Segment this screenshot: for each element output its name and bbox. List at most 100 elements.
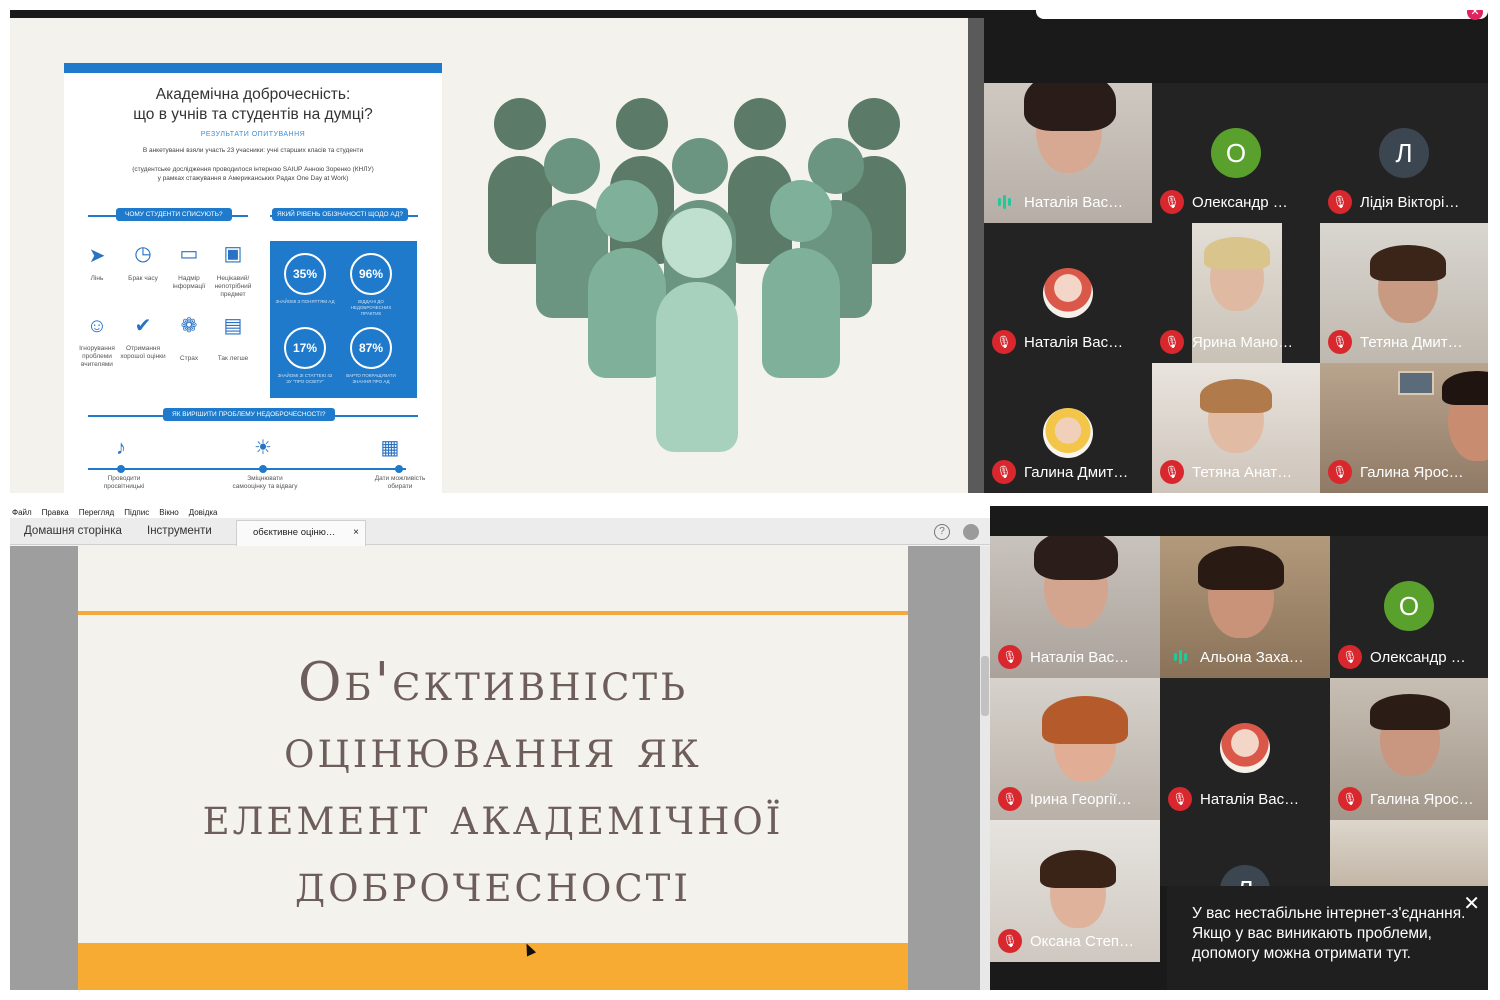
check-icon: ✔ bbox=[134, 315, 152, 337]
participant-tile[interactable]: 🎙 Ірина Георгії… bbox=[990, 678, 1160, 820]
participant-tile[interactable]: 🎙 Галина Ярос… bbox=[1320, 363, 1488, 493]
participant-label: 🎙 Олександр … bbox=[1338, 645, 1466, 669]
close-tab-icon[interactable]: × bbox=[353, 521, 359, 545]
participant-tile[interactable]: О 🎙 Олександр … bbox=[1152, 83, 1320, 223]
participant-hair bbox=[1042, 696, 1128, 744]
participant-name: Наталія Вас… bbox=[1200, 790, 1300, 808]
stat-value: 17% bbox=[284, 327, 326, 369]
stat-text: ВІДДАНІ ДО НЕДОБРОЧЕСНИХ ПРАКТИК bbox=[350, 299, 392, 316]
stats-panel: 35% 96% ЗНАЙОМІ З ПОНЯТТЯМ АД ВІДДАНІ ДО… bbox=[270, 241, 417, 398]
reason-label: Так легше bbox=[217, 355, 249, 362]
participant-tile[interactable]: 🎙 Галина Ярос… bbox=[1330, 678, 1488, 820]
stat-text: ЗНАЙОМІ ЗІ СТАТТЕЮ 42 ЗУ "ПРО ОСВІТУ" bbox=[277, 373, 333, 384]
avatar: Л bbox=[1220, 865, 1270, 886]
newspaper-icon: ▦ bbox=[380, 437, 400, 459]
slide-bottom-band bbox=[78, 943, 908, 990]
participant-label: 🎙 Галина Ярос… bbox=[1328, 460, 1464, 484]
participant-name: Галина Дмит… bbox=[1024, 463, 1129, 481]
pdf-reader-window: Файл Правка Перегляд Підпис Вікно Довідк… bbox=[10, 506, 990, 990]
muted-mic-icon: 🎙 bbox=[1160, 190, 1184, 214]
participant-tile[interactable]: Наталія Вас… bbox=[984, 83, 1152, 223]
muted-mic-icon: 🎙 bbox=[1328, 190, 1352, 214]
slide-title-line: оцінювання як bbox=[284, 719, 702, 780]
account-icon[interactable] bbox=[963, 524, 979, 540]
participant-hair bbox=[1198, 546, 1284, 590]
top-meeting-screenshot: Академічна доброчесність: що в учнів та … bbox=[10, 10, 1488, 493]
muted-mic-icon: 🎙 bbox=[1328, 330, 1352, 354]
timeline bbox=[88, 468, 406, 470]
participant-name: Альона Заха… bbox=[1200, 648, 1304, 666]
infographic-title-line1: Академічна доброчесність: bbox=[155, 86, 351, 103]
stat-value: 87% bbox=[350, 327, 392, 369]
participant-label: 🎙 Тетяна Дмит… bbox=[1328, 330, 1463, 354]
muted-mic-icon: 🎙 bbox=[1160, 460, 1184, 484]
solution-label: Проводити просвітницькі bbox=[103, 475, 145, 490]
menu-item-edit[interactable]: Правка bbox=[42, 508, 69, 517]
participant-label: 🎙 Галина Дмит… bbox=[992, 460, 1128, 484]
brain-icon: ❁ bbox=[180, 315, 198, 337]
participant-label: 🎙 Наталія Вас… bbox=[992, 330, 1123, 354]
participant-name: Ярина Мано… bbox=[1192, 333, 1293, 351]
participant-hair bbox=[1034, 536, 1118, 580]
stat-text: ВАРТО ПОКРАЩУВАТИ ЗНАННЯ ПРО АД bbox=[346, 373, 396, 384]
participant-tile[interactable]: 🎙 Наталія Вас… bbox=[1160, 678, 1330, 820]
participant-tile[interactable]: 🎙 Наталія Вас… bbox=[984, 223, 1152, 363]
clipboard-icon: ▤ bbox=[223, 315, 243, 337]
solution-label: Дати можливість обирати bbox=[374, 475, 426, 490]
timeline-dot bbox=[259, 465, 267, 473]
infographic-top-bar bbox=[64, 63, 442, 73]
close-icon[interactable]: ✕ bbox=[1463, 894, 1480, 914]
briefcase-icon: ▣ bbox=[223, 243, 243, 265]
infographic: Академічна доброчесність: що в учнів та … bbox=[64, 63, 442, 493]
participant-name: Наталія Вас… bbox=[1024, 193, 1124, 211]
participant-tile[interactable]: Л 🎙 Лідія Вікторі… bbox=[1320, 83, 1488, 223]
toast-message: У вас нестабільне інтернет-з'єднання. Як… bbox=[1192, 905, 1466, 962]
muted-mic-icon: 🎙 bbox=[1168, 787, 1192, 811]
tab-document[interactable]: обєктивне оціню… × bbox=[236, 520, 366, 546]
menu-item-sign[interactable]: Підпис bbox=[124, 508, 149, 517]
participant-tile[interactable]: О 🎙 Олександр … bbox=[1330, 536, 1488, 678]
participant-tile[interactable]: 🎙 Тетяна Дмит… bbox=[1320, 223, 1488, 363]
muted-mic-icon: 🎙 bbox=[998, 645, 1022, 669]
paper-plane-icon: ➤ bbox=[88, 245, 106, 267]
tab-home[interactable]: Домашня сторінка bbox=[24, 518, 122, 545]
participant-tile[interactable]: Л bbox=[1160, 820, 1330, 886]
participant-name: Тетяна Дмит… bbox=[1360, 333, 1463, 351]
participant-tile[interactable]: Альона Заха… bbox=[1160, 536, 1330, 678]
infographic-note-line2: у рамках стажування в Американських Рада… bbox=[157, 175, 349, 182]
tab-tools[interactable]: Інструменти bbox=[147, 518, 212, 545]
scroll-thumb[interactable] bbox=[981, 656, 989, 716]
participant-name: Оксана Степ… bbox=[1030, 932, 1135, 950]
participant-tile[interactable] bbox=[1330, 820, 1488, 886]
infographic-title: Академічна доброчесність: що в учнів та … bbox=[64, 85, 442, 125]
menu-item-file[interactable]: Файл bbox=[12, 508, 32, 517]
menu-item-view[interactable]: Перегляд bbox=[79, 508, 115, 517]
menu-item-window[interactable]: Вікно bbox=[159, 508, 178, 517]
avatar bbox=[1220, 723, 1270, 773]
help-icon[interactable]: ? bbox=[934, 524, 950, 540]
vertical-scrollbar[interactable] bbox=[980, 546, 990, 990]
participant-tile[interactable]: 🎙 Оксана Степ… bbox=[990, 820, 1160, 962]
participant-name: Ірина Георгії… bbox=[1030, 790, 1132, 808]
menu-item-help[interactable]: Довідка bbox=[189, 508, 218, 517]
participant-tile[interactable]: 🎙 Ярина Мано… bbox=[1152, 223, 1320, 363]
stat-text: ЗНАЙОМІ З ПОНЯТТЯМ АД bbox=[275, 299, 335, 304]
participant-hair bbox=[1040, 850, 1116, 888]
participant-name: Олександр … bbox=[1370, 648, 1466, 666]
participant-label: 🎙 Лідія Вікторі… bbox=[1328, 190, 1459, 214]
participant-name: Олександр … bbox=[1192, 193, 1288, 211]
participant-tile[interactable]: 🎙 Наталія Вас… bbox=[990, 536, 1160, 678]
muted-mic-icon: 🎙 bbox=[1160, 330, 1184, 354]
participant-hair bbox=[1204, 237, 1270, 269]
infographic-subtitle: РЕЗУЛЬТАТИ ОПИТУВАННЯ bbox=[200, 131, 306, 138]
participant-label: Наталія Вас… bbox=[992, 190, 1123, 214]
participant-tile[interactable]: 🎙 Галина Дмит… bbox=[984, 363, 1152, 493]
participant-label: 🎙 Галина Ярос… bbox=[1338, 787, 1474, 811]
speaking-indicator-icon bbox=[1168, 645, 1192, 669]
document-page: Об'єктивність оцінювання як елемент акад… bbox=[78, 546, 908, 990]
infographic-note-line1: (студентське дослідження проводилося інт… bbox=[132, 166, 374, 173]
slide-top-stripe bbox=[78, 611, 908, 615]
slide-title: Об'єктивність оцінювання як елемент акад… bbox=[78, 649, 908, 917]
participant-tile[interactable]: 🎙 Тетяна Анат… bbox=[1152, 363, 1320, 493]
participant-hair bbox=[1200, 379, 1272, 413]
